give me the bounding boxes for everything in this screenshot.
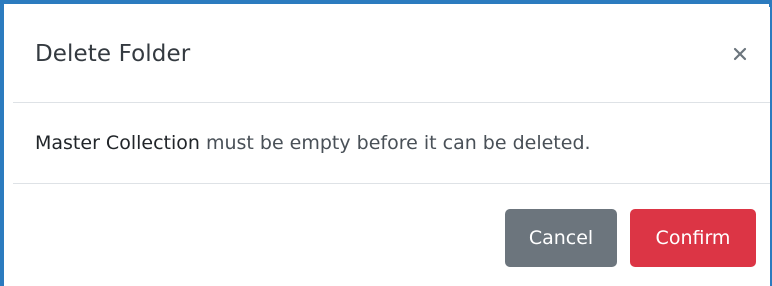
close-icon: [733, 47, 747, 61]
frame-border-top: [0, 0, 772, 4]
dialog-title: Delete Folder: [35, 41, 191, 67]
dialog-footer: Cancel Confirm: [13, 184, 770, 286]
frame-border-left: [0, 0, 4, 286]
delete-folder-dialog: Delete Folder Master Collection must be …: [13, 7, 770, 286]
close-button[interactable]: [729, 43, 751, 65]
message-text: must be empty before it can be deleted.: [199, 132, 591, 154]
cancel-button[interactable]: Cancel: [505, 209, 617, 267]
dialog-frame: Delete Folder Master Collection must be …: [0, 0, 772, 286]
confirm-button[interactable]: Confirm: [630, 209, 756, 267]
dialog-header: Delete Folder: [13, 7, 770, 103]
dialog-message: Master Collection must be empty before i…: [35, 132, 591, 154]
dialog-body: Master Collection must be empty before i…: [13, 103, 770, 184]
folder-name: Master Collection: [35, 132, 200, 154]
